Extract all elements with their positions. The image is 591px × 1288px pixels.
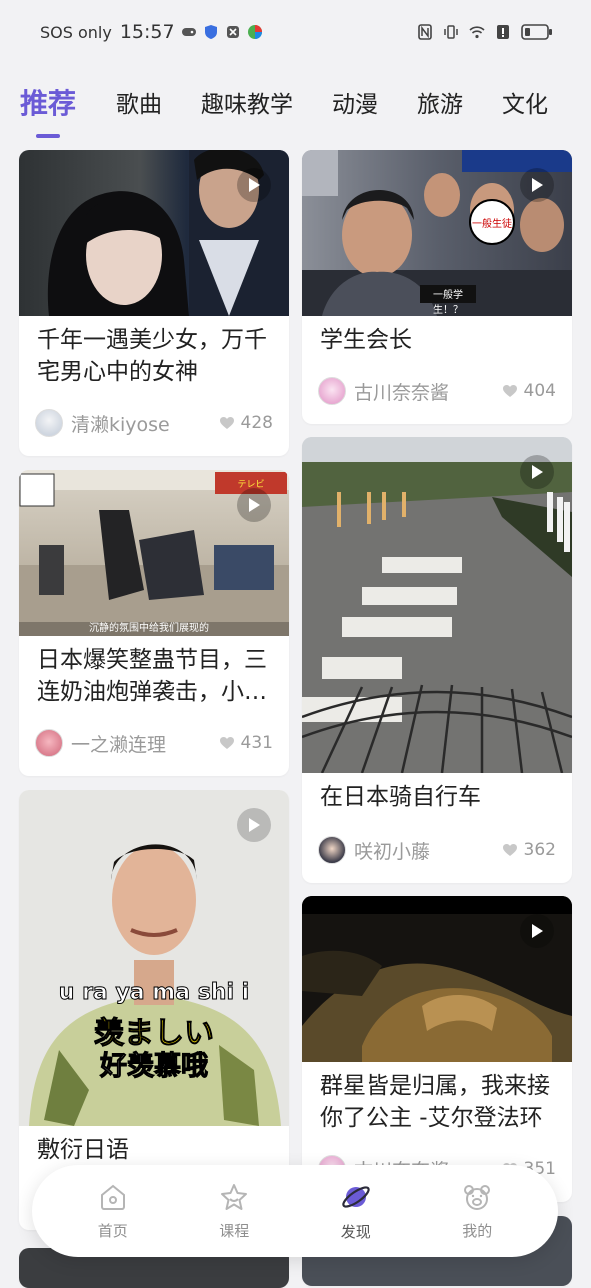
- nav-discover-label: 发现: [340, 1222, 371, 1241]
- video-thumbnail[interactable]: テレビ 沉静的氛围中给我们展现的: [19, 470, 289, 636]
- video-card[interactable]: テレビ 沉静的氛围中给我们展现的 日本爆笑整蛊节目，三连奶油炮弹袭击，小哥… 一…: [19, 470, 289, 776]
- video-thumbnail[interactable]: [19, 150, 289, 316]
- video-thumbnail[interactable]: [302, 896, 572, 1062]
- nfc-icon: [418, 24, 432, 40]
- author-name[interactable]: 咲初小藤: [354, 837, 502, 864]
- video-caption: 一般学生！？: [433, 290, 463, 316]
- home-icon: [100, 1184, 125, 1210]
- carrier-text: SOS only: [40, 22, 112, 42]
- video-caption-romaji: u ra ya ma shi i: [58, 980, 250, 1006]
- video-thumbnail[interactable]: [302, 437, 572, 773]
- tab-anime[interactable]: 动漫: [332, 85, 378, 119]
- video-thumbnail[interactable]: 一般生徒 一般学生！？: [302, 150, 572, 316]
- play-icon: [520, 914, 554, 948]
- tab-culture[interactable]: 文化: [502, 85, 548, 119]
- video-title: 在日本骑自行车: [320, 784, 481, 810]
- likes-count: 428: [240, 413, 273, 433]
- play-icon: [520, 455, 554, 489]
- likes-count-group[interactable]: 362: [502, 840, 556, 860]
- battery-icon: [521, 24, 552, 40]
- heart-icon: [219, 737, 234, 749]
- video-title: 敷衍日语: [37, 1137, 129, 1163]
- status-time: 15:57: [119, 21, 175, 43]
- play-icon: [237, 488, 271, 522]
- play-icon: [237, 168, 271, 202]
- video-title: 千年一遇美少女，万千宅男心中的女神: [37, 327, 267, 385]
- video-card[interactable]: u ra ya ma shi i 羡ましい 好羡慕哦 敷衍日语: [19, 790, 289, 1230]
- likes-count: 431: [240, 733, 273, 753]
- video-card[interactable]: 群星皆是归属，我来接你了公主 -艾尔登法环 古川奈奈酱 351: [302, 896, 572, 1202]
- author-name[interactable]: 清濑kiyose: [71, 410, 219, 437]
- video-meta: 清濑kiyose 428: [35, 408, 273, 438]
- likes-count-group[interactable]: 428: [219, 413, 273, 433]
- nav-courses[interactable]: 课程: [194, 1182, 274, 1241]
- app-logo-icon: [247, 25, 262, 39]
- nav-home-label: 首页: [97, 1221, 128, 1240]
- likes-count: 404: [523, 381, 556, 401]
- bottom-nav: 首页 课程 发现 我的: [32, 1165, 558, 1257]
- tab-travel[interactable]: 旅游: [417, 85, 463, 119]
- likes-count-group[interactable]: 431: [219, 733, 273, 753]
- bear-icon: [464, 1184, 491, 1210]
- heart-icon: [219, 417, 234, 429]
- wifi-icon: [469, 26, 485, 39]
- avatar[interactable]: [318, 836, 346, 864]
- video-title: 学生会长: [320, 327, 412, 353]
- likes-count: 362: [523, 840, 556, 860]
- avatar[interactable]: [35, 409, 63, 437]
- nav-profile[interactable]: 我的: [437, 1182, 517, 1241]
- nav-profile-label: 我的: [462, 1221, 493, 1240]
- video-meta: 咲初小藤 362: [318, 835, 556, 865]
- avatar[interactable]: [318, 377, 346, 405]
- nav-home[interactable]: 首页: [73, 1182, 153, 1241]
- video-card[interactable]: 在日本骑自行车 咲初小藤 362: [302, 437, 572, 883]
- avatar[interactable]: [35, 729, 63, 757]
- planet-icon: [342, 1185, 370, 1208]
- category-tabs: 推荐 歌曲 趣味教学 动漫 旅游 文化: [0, 64, 591, 140]
- play-icon: [237, 808, 271, 842]
- video-title: 群星皆是归属，我来接你了公主 -艾尔登法环: [320, 1073, 550, 1131]
- nav-courses-label: 课程: [219, 1221, 250, 1240]
- heart-icon: [502, 385, 517, 397]
- star-icon: [221, 1183, 248, 1210]
- video-meta: 古川奈奈酱 404: [318, 376, 556, 406]
- video-feed: 千年一遇美少女，万千宅男心中的女神 清濑kiyose 428 テレビ 沉静的氛围…: [0, 150, 591, 1288]
- nav-discover[interactable]: 发现: [316, 1181, 396, 1242]
- video-card[interactable]: 一般生徒 一般学生！？ 学生会长 古川奈奈酱 404: [302, 150, 572, 424]
- play-icon: [520, 168, 554, 202]
- close-badge-icon: [226, 26, 239, 38]
- svg-text:一般生徒: 一般生徒: [472, 217, 512, 230]
- tab-recommend[interactable]: 推荐: [20, 82, 76, 138]
- video-meta: 一之濑连理 431: [35, 728, 273, 758]
- video-thumbnail[interactable]: u ra ya ma shi i 羡ましい 好羡慕哦: [19, 790, 289, 1126]
- video-caption-chinese: 好羡慕哦: [100, 1051, 209, 1083]
- status-bar: SOS only 15:57: [0, 0, 591, 64]
- likes-count-group[interactable]: 404: [502, 381, 556, 401]
- heart-icon: [502, 844, 517, 856]
- video-title: 日本爆笑整蛊节目，三连奶油炮弹袭击，小哥…: [37, 647, 267, 705]
- author-name[interactable]: 一之濑连理: [71, 730, 219, 757]
- author-name[interactable]: 古川奈奈酱: [354, 378, 502, 405]
- tab-songs[interactable]: 歌曲: [116, 85, 162, 119]
- shield-icon: [204, 25, 217, 39]
- vibrate-icon: [444, 25, 458, 39]
- video-card[interactable]: 千年一遇美少女，万千宅男心中的女神 清濑kiyose 428: [19, 150, 289, 456]
- game-controller-icon: [181, 28, 196, 36]
- alert-icon: [497, 25, 509, 39]
- tab-fun-lessons[interactable]: 趣味教学: [201, 85, 293, 119]
- video-caption: 沉静的氛围中给我们展现的: [89, 623, 209, 634]
